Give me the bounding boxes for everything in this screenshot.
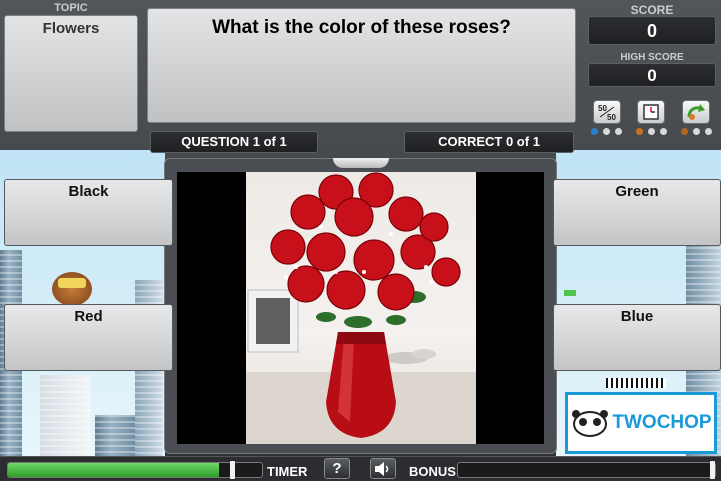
timer-fill: [8, 463, 219, 477]
fifty-fifty-icon: 50 50: [598, 104, 616, 121]
lifeline-dot: [603, 128, 610, 135]
score-value: 0: [588, 16, 716, 45]
score-label: SCORE: [630, 3, 674, 17]
skip-arrow-icon: [687, 104, 705, 120]
panda-logo-icon: [572, 410, 609, 437]
high-score-label: HIGH SCORE: [620, 52, 684, 63]
image-frame-notch: [333, 158, 389, 168]
clock-icon: [643, 104, 659, 120]
answer-button-red[interactable]: Red: [4, 304, 173, 371]
timer-handle: [230, 461, 235, 479]
question-panel: What is the color of these roses?: [147, 8, 576, 123]
lifeline-dot: [681, 128, 688, 135]
question-text: What is the color of these roses?: [212, 17, 511, 38]
high-score-value: 0: [588, 63, 716, 87]
bonus-label: BONUS: [409, 464, 456, 479]
answer-button-black[interactable]: Black: [4, 179, 173, 246]
lifeline-dot: [591, 128, 598, 135]
sound-button[interactable]: [370, 458, 396, 479]
extra-time-button[interactable]: [637, 100, 665, 124]
timer-label: TIMER: [267, 464, 308, 479]
svg-text:50: 50: [598, 104, 607, 113]
topic-value: Flowers: [42, 20, 100, 37]
lifeline-dot: [693, 128, 700, 135]
topic-panel: Flowers: [4, 15, 138, 132]
bonus-handle: [710, 461, 715, 479]
fifty-fifty-button[interactable]: 50 50: [593, 100, 621, 124]
twochop-logo[interactable]: TWOCHOP: [565, 392, 717, 454]
topic-label: TOPIC: [54, 2, 88, 14]
help-button[interactable]: ?: [324, 458, 350, 479]
question-counter: QUESTION 1 of 1: [150, 131, 318, 153]
lifeline-dot: [615, 128, 622, 135]
help-icon: ?: [332, 460, 342, 477]
logo-text: TWOCHOP: [612, 412, 712, 433]
correct-counter: CORRECT 0 of 1: [404, 131, 574, 153]
bonus-track: [457, 462, 716, 478]
lifeline-dot: [648, 128, 655, 135]
skip-question-button[interactable]: [682, 100, 710, 124]
roses-photo: [246, 172, 476, 444]
lifeline-dot: [660, 128, 667, 135]
lifeline-dot: [705, 128, 712, 135]
svg-text:50: 50: [607, 113, 616, 121]
answer-button-blue[interactable]: Blue: [553, 304, 721, 371]
speaker-icon: [375, 461, 389, 476]
timer-track: [7, 462, 263, 478]
answer-button-green[interactable]: Green: [553, 179, 721, 246]
lifeline-dot: [636, 128, 643, 135]
